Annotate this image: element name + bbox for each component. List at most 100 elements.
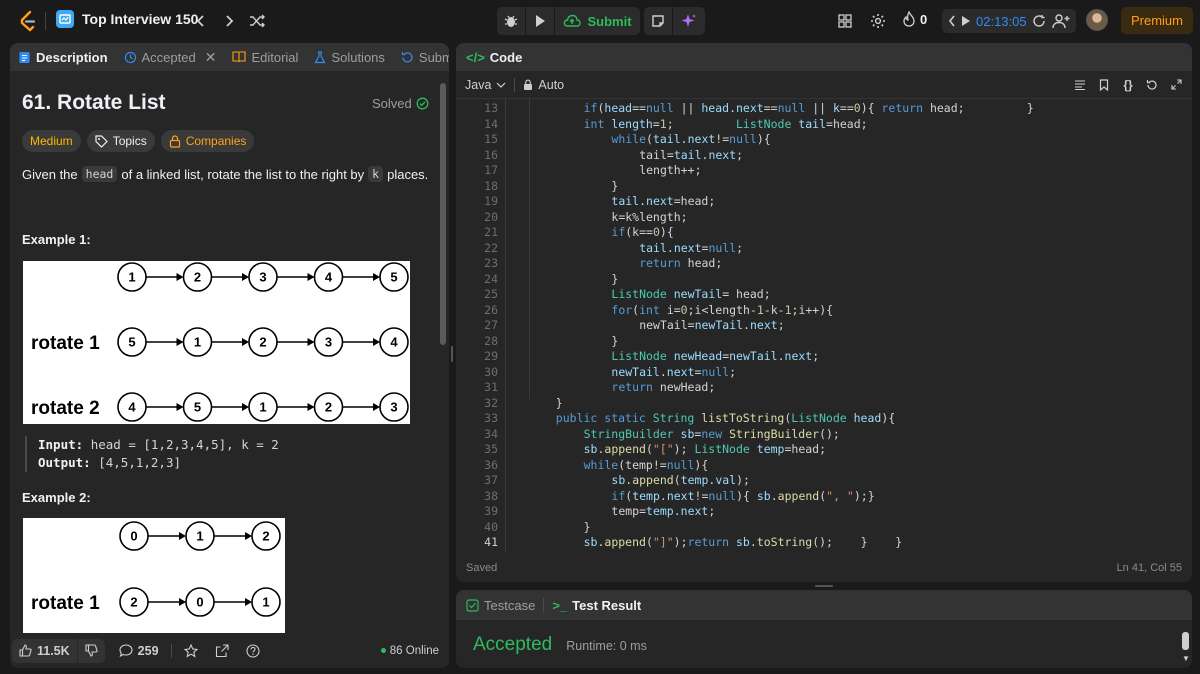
tab-description[interactable]: Description	[10, 43, 116, 71]
code-line: tail.next=null;	[639, 240, 744, 255]
notes-button[interactable]	[644, 7, 672, 35]
node-value: 5	[128, 335, 135, 350]
node-value: 2	[262, 529, 269, 544]
example-1-output-row: Output: [4,5,1,2,3]	[38, 454, 279, 472]
share-button[interactable]	[215, 643, 229, 658]
debug-button[interactable]	[497, 7, 525, 35]
avatar[interactable]	[1086, 9, 1108, 31]
example-2-diagram: 0 1 2 rotate 1 2 0 1	[23, 518, 285, 635]
checkbox-icon	[466, 598, 479, 612]
tab-solutions[interactable]: Solutions	[306, 43, 392, 71]
node-value: 3	[390, 400, 397, 415]
tab-testcase[interactable]: Testcase	[456, 590, 543, 620]
vertical-resize-handle[interactable]	[451, 346, 453, 362]
random-problem-button[interactable]	[246, 10, 268, 32]
submit-button[interactable]: Submit	[555, 7, 640, 35]
next-problem-button[interactable]	[218, 10, 240, 32]
node-value: 0	[130, 529, 137, 544]
indent-guide	[529, 99, 530, 399]
ai-assistant-button[interactable]	[673, 7, 705, 35]
line-number: 22	[484, 240, 498, 255]
leetcode-logo[interactable]	[14, 9, 40, 33]
streak-counter[interactable]: 0	[902, 11, 927, 27]
settings-button[interactable]	[867, 10, 889, 32]
line-number: 36	[484, 457, 498, 472]
tab-editorial[interactable]: Editorial	[224, 43, 306, 71]
line-number: 19	[484, 194, 498, 208]
close-icon[interactable]: ✕	[205, 49, 217, 66]
gear-icon	[871, 14, 885, 28]
companies-label: Companies	[185, 134, 247, 148]
auto-mode[interactable]: Auto	[523, 78, 564, 92]
line-number: 37	[484, 473, 498, 487]
braces-button[interactable]: {}	[1120, 72, 1136, 98]
maximize-button[interactable]	[1168, 72, 1184, 98]
language-select[interactable]: Java	[465, 78, 506, 92]
prev-problem-button[interactable]	[190, 10, 212, 32]
reset-code-button[interactable]	[1144, 72, 1160, 98]
help-button[interactable]	[245, 643, 260, 658]
terminal-icon: >_	[552, 597, 568, 613]
format-button[interactable]	[1072, 72, 1088, 98]
premium-label: Premium	[1130, 13, 1183, 28]
companies-button[interactable]: Companies	[160, 130, 255, 152]
result-scrollbar[interactable]	[1182, 632, 1189, 650]
sparkle-icon	[681, 14, 696, 27]
node-value: 4	[128, 400, 136, 415]
node-value: 2	[325, 400, 332, 415]
code-brackets-icon: </>	[466, 49, 485, 65]
tab-submissions-label: Submissi	[418, 49, 449, 65]
run-button[interactable]	[526, 7, 554, 35]
topics-button[interactable]: Topics	[86, 130, 155, 152]
horizontal-resize-handle[interactable]	[815, 585, 833, 587]
tab-accepted[interactable]: Accepted ✕	[116, 43, 225, 71]
chevron-left-icon[interactable]	[948, 15, 956, 27]
chevron-right-icon	[226, 15, 234, 27]
cursor-position: Ln 41, Col 55	[1116, 562, 1182, 574]
code-line: sb.append("["); ListNode temp=head;	[583, 442, 827, 456]
reset-icon[interactable]	[1032, 14, 1046, 28]
bookmark-button[interactable]	[1096, 72, 1112, 98]
inline-code-head: head	[81, 166, 118, 182]
tab-code[interactable]: </> Code	[456, 43, 530, 71]
timer-play-icon[interactable]	[961, 15, 971, 27]
node-value: 3	[259, 270, 266, 285]
help-circle-icon	[245, 643, 260, 658]
tab-test-result[interactable]: >_ Test Result	[544, 590, 649, 620]
code-line: tail=tail.next;	[639, 147, 744, 162]
favorite-button[interactable]	[183, 643, 198, 658]
code-line: sb.append(temp.val);	[611, 473, 750, 487]
like-button[interactable]: 11.5K	[12, 638, 77, 663]
comments-button[interactable]: 259	[119, 644, 159, 658]
code-panel-header: </> Code	[456, 43, 1192, 71]
code-line: ListNode newTail= head;	[611, 287, 771, 301]
problem-list-button[interactable]: Top Interview 150	[56, 10, 198, 28]
description-scrollbar[interactable]	[440, 83, 446, 345]
tab-submissions[interactable]: Submissi	[393, 43, 449, 71]
indent-guide	[505, 99, 506, 553]
book-icon	[232, 51, 247, 63]
code-line: public static String listToString(ListNo…	[555, 411, 896, 425]
statement-text: of a linked list, rotate the list to the…	[121, 166, 365, 182]
dislike-button[interactable]	[77, 638, 105, 663]
add-friend-button[interactable]	[1050, 10, 1072, 32]
scroll-down-arrow[interactable]: ▼	[1182, 654, 1190, 663]
line-number: 24	[484, 271, 498, 286]
testcase-label: Testcase	[484, 597, 536, 613]
node-value: 1	[262, 595, 269, 610]
line-number: 14	[484, 116, 498, 131]
streak-count: 0	[920, 11, 928, 27]
auto-mode-label: Auto	[538, 77, 565, 92]
code-editor[interactable]: 13 if(head==null || head.next==null || k=…	[456, 99, 1192, 553]
bookmark-icon	[1099, 78, 1109, 91]
input-value: head = [1,2,3,4,5], k = 2	[90, 437, 279, 452]
example-1-input-row: Input: head = [1,2,3,4,5], k = 2	[38, 436, 279, 454]
statement-text: places.	[387, 166, 429, 182]
align-icon	[1075, 79, 1085, 90]
description-tabs: Description Accepted ✕ Editorial Solutio…	[10, 43, 449, 71]
tag-row: Medium Topics Companies	[22, 130, 255, 152]
runtime-label: Runtime: 0 ms	[566, 639, 647, 653]
study-plan-icon	[56, 10, 74, 28]
premium-button[interactable]: Premium	[1121, 7, 1193, 34]
layout-button[interactable]	[834, 10, 856, 32]
